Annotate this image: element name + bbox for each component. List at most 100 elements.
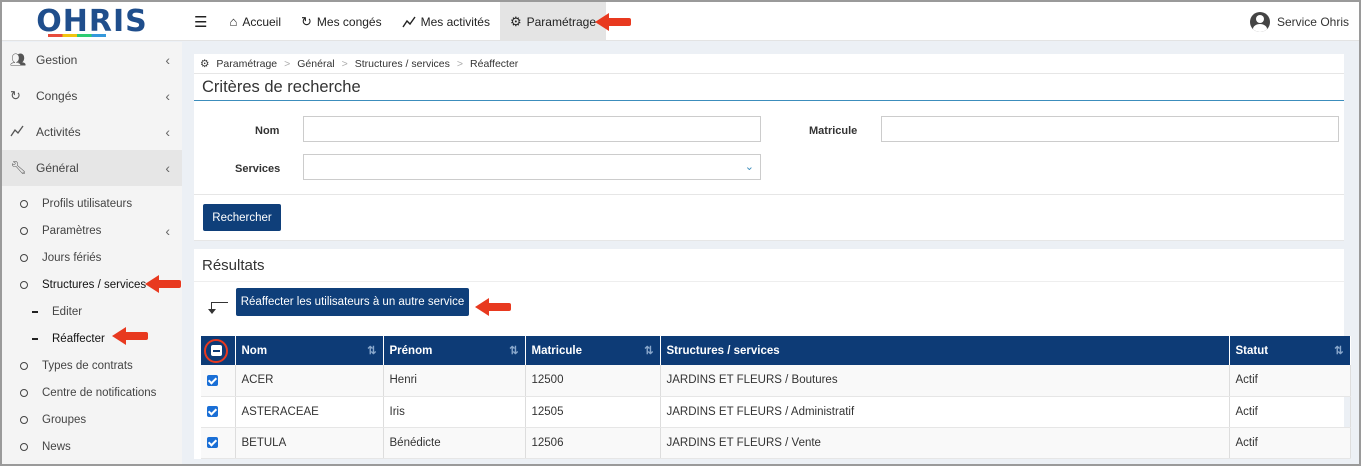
results-actions: Réaffecter les utilisateurs à un autre s… (194, 282, 1344, 336)
table-header-row: Nom ⇅ Prénom ⇅ Matricule ⇅ Structures / ser… (201, 336, 1351, 365)
column-header-nom[interactable]: Nom ⇅ (235, 336, 384, 365)
checkbox-checked[interactable] (207, 436, 218, 448)
dash-icon (32, 310, 38, 313)
rechercher-button[interactable]: Rechercher (203, 204, 281, 231)
chevron-left-icon: ‹ (165, 160, 170, 176)
circle-icon (20, 361, 28, 370)
sort-icon[interactable]: ⇅ (1334, 344, 1343, 357)
sidebar-sub-news[interactable]: News (2, 433, 182, 460)
annotation-arrow-reaffecter (112, 327, 148, 345)
column-header-matricule[interactable]: Matricule ⇅ (525, 336, 661, 365)
breadcrumb-item: Réaffecter (470, 57, 519, 70)
select-all-header[interactable] (201, 336, 236, 365)
checkbox-checked[interactable] (207, 405, 218, 417)
sidebar-sub-parametres[interactable]: Paramètres ‹ (2, 217, 182, 244)
chevron-down-icon: ⌄ (744, 161, 754, 173)
sidebar-item-conges[interactable]: ↻ Congés ‹ (2, 78, 182, 114)
sort-icon[interactable]: ⇅ (644, 344, 653, 357)
minus-icon (210, 345, 222, 356)
table-row[interactable]: ASTERACEAE Iris 12505 JARDINS ET FLEURS … (201, 396, 1351, 428)
line-chart-icon (402, 16, 416, 27)
row-checkbox-cell[interactable] (201, 365, 236, 397)
nom-input[interactable] (303, 116, 761, 142)
chevron-left-icon: ‹ (165, 88, 170, 104)
sidebar-sub-profils[interactable]: Profils utilisateurs (2, 190, 182, 217)
chevron-left-icon: ‹ (165, 52, 170, 68)
sidebar-sub-groupes[interactable]: Groupes (2, 406, 182, 433)
user-avatar-icon (1249, 11, 1270, 32)
hamburger-menu-button[interactable]: ☰ (182, 2, 219, 41)
table-row[interactable]: ACER Henri 12500 JARDINS ET FLEURS / Bou… (201, 365, 1351, 397)
reaffecter-users-button[interactable]: Réaffecter les utilisateurs à un autre s… (236, 288, 469, 316)
circle-icon (20, 388, 28, 397)
matricule-input[interactable] (881, 116, 1339, 142)
hamburger-icon: ☰ (194, 13, 208, 31)
circle-icon (20, 226, 28, 235)
sidebar-sub-notifications[interactable]: Centre de notifications (2, 379, 182, 406)
top-bar: OHRIS ☰ ⌂ Accueil ↻ Mes congés Mes activ… (2, 2, 1359, 41)
sidebar-item-general[interactable]: 🔧︎ Général ‹ (2, 150, 182, 186)
refresh-icon: ↻ (301, 13, 312, 29)
cell-nom: BETULA (235, 427, 384, 459)
users-icon: 👥︎ (10, 52, 27, 67)
column-header-label: Matricule (531, 344, 583, 357)
checkbox-checked[interactable] (207, 374, 218, 386)
select-all-checkbox[interactable] (204, 338, 228, 363)
nav-parametrage[interactable]: ⚙ Paramétrage (499, 2, 606, 41)
row-checkbox-cell[interactable] (201, 396, 236, 428)
sidebar-subsub-editer[interactable]: Editer (2, 298, 182, 325)
sidebar-item-label: Activités (36, 125, 81, 139)
sidebar-sub-label: News (42, 440, 71, 453)
sidebar: 👥︎ Gestion ‹ ↻ Congés ‹ Activités ‹ 🔧︎ G… (2, 42, 182, 464)
cell-structure: JARDINS ET FLEURS / Boutures (660, 365, 1230, 397)
sidebar-item-label: Général (36, 161, 79, 175)
nav-accueil[interactable]: ⌂ Accueil (219, 2, 291, 41)
column-header-prenom[interactable]: Prénom ⇅ (383, 336, 526, 365)
logo-color-bar (48, 34, 106, 37)
cell-structure: JARDINS ET FLEURS / Vente (660, 427, 1230, 459)
nav-mes-activites[interactable]: Mes activités (392, 2, 500, 41)
cell-nom: ASTERACEAE (235, 396, 384, 428)
logo[interactable]: OHRIS (2, 2, 182, 41)
cell-nom: ACER (235, 365, 384, 397)
sort-icon[interactable]: ⇅ (509, 344, 518, 357)
row-checkbox-cell[interactable] (201, 427, 236, 459)
sidebar-item-gestion[interactable]: 👥︎ Gestion ‹ (2, 42, 182, 78)
search-panel: Critères de recherche Nom Matricule Serv… (194, 74, 1344, 241)
cell-statut: Actif (1229, 365, 1351, 397)
circle-icon (20, 253, 28, 262)
breadcrumb-separator: > (284, 57, 291, 70)
column-header-structures[interactable]: Structures / services (660, 336, 1230, 365)
table-row[interactable]: BETULA Bénédicte 12506 JARDINS ET FLEURS… (201, 427, 1351, 459)
cell-prenom: Bénédicte (383, 427, 526, 459)
services-select[interactable]: ⌄ (303, 154, 761, 180)
breadcrumb-item[interactable]: Paramétrage (216, 58, 277, 70)
annotation-arrow-nav (595, 13, 631, 31)
wrench-icon: 🔧︎ (10, 160, 27, 175)
sidebar-sub-label: Centre de notifications (42, 386, 157, 399)
breadcrumb-item[interactable]: Structures / services (355, 58, 450, 70)
breadcrumb-separator: > (341, 57, 348, 70)
sidebar-sub-label: Jours fériés (42, 251, 102, 264)
breadcrumb-item[interactable]: Général (297, 58, 334, 70)
column-header-label: Nom (241, 344, 268, 357)
sidebar-sub-label: Paramètres (42, 224, 102, 237)
sidebar-item-activites[interactable]: Activités ‹ (2, 114, 182, 150)
nav-mes-conges[interactable]: ↻ Mes congés (291, 2, 392, 41)
user-menu[interactable]: Service Ohris (1249, 2, 1349, 41)
nav-mes-conges-label: Mes congés (316, 14, 382, 29)
user-name: Service Ohris (1276, 14, 1349, 29)
sidebar-sub-types-contrats[interactable]: Types de contrats (2, 352, 182, 379)
nom-label: Nom (255, 125, 280, 137)
nav-mes-activites-label: Mes activités (420, 14, 490, 29)
column-header-statut[interactable]: Statut ⇅ (1229, 336, 1351, 365)
nav-accueil-label: Accueil (242, 14, 281, 29)
results-title: Résultats (194, 249, 1344, 282)
sidebar-subsub-reaffecter[interactable]: Réaffecter (2, 325, 182, 352)
dash-icon (32, 337, 38, 340)
circle-icon (20, 199, 28, 208)
breadcrumb: ⚙ Paramétrage > Général > Structures / s… (194, 54, 1344, 74)
chevron-left-icon: ‹ (165, 222, 170, 239)
sidebar-sub-jours-feries[interactable]: Jours fériés (2, 244, 182, 271)
sort-alpha-icon[interactable]: ⇅ (367, 344, 376, 357)
